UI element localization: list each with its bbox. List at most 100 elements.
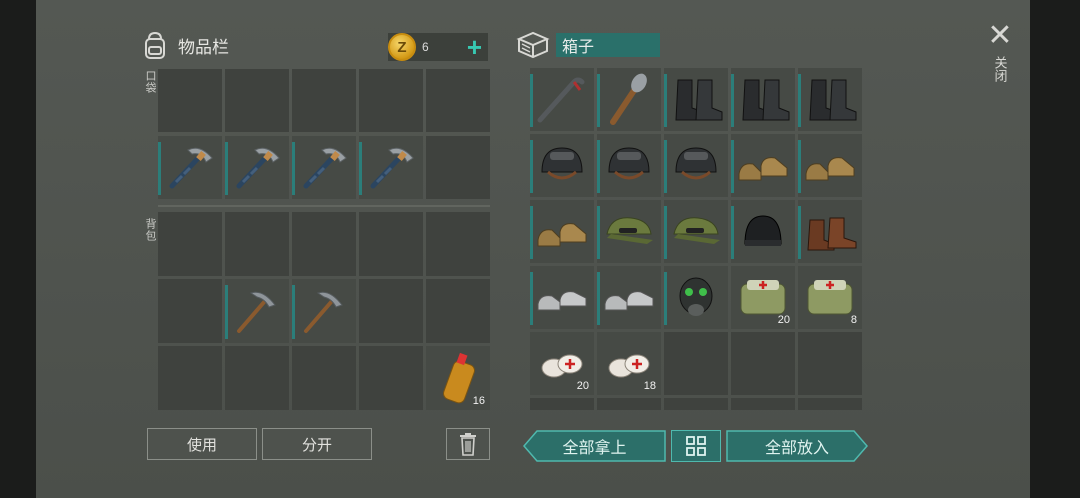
backpack-label: 背包: [144, 218, 156, 242]
empty-slot[interactable]: [426, 69, 490, 132]
item-quantity: 20: [576, 380, 589, 392]
box-header: 箱子: [516, 30, 660, 60]
sort-button[interactable]: [671, 430, 721, 462]
bandage-slot[interactable]: 18: [597, 332, 661, 395]
crude-pickaxe-slot[interactable]: [292, 279, 356, 343]
close-button[interactable]: ✕ 关闭: [985, 19, 1015, 102]
pickaxe-slot[interactable]: [359, 136, 423, 199]
military-helmet-slot[interactable]: [530, 134, 594, 197]
tan-shoes-slot[interactable]: [798, 134, 862, 197]
military-helmet-slot[interactable]: [664, 134, 728, 197]
pickaxe-icon: [169, 147, 213, 189]
box-title: 箱子: [556, 33, 660, 57]
empty-slot[interactable]: [426, 279, 490, 343]
gas-mask-slot[interactable]: [664, 266, 728, 329]
sneakers-slot[interactable]: [597, 266, 661, 329]
combat-boots-slot[interactable]: [664, 68, 728, 131]
box-grid: 20 8 20 18: [530, 68, 862, 395]
combat-boots-icon: [742, 79, 790, 121]
empty-slot[interactable]: [158, 212, 222, 276]
beanie-slot[interactable]: [731, 200, 795, 263]
combat-boots-slot[interactable]: [798, 68, 862, 131]
empty-slot[interactable]: [158, 279, 222, 343]
empty-slot[interactable]: [359, 346, 423, 410]
empty-slot[interactable]: [225, 212, 289, 276]
empty-slot[interactable]: [359, 69, 423, 132]
pocket-label: 口袋: [144, 70, 156, 94]
spiked-club-icon: [610, 73, 647, 125]
split-button[interactable]: 分开: [262, 428, 372, 460]
put-all-label: 全部放入: [764, 440, 829, 457]
pickaxe-slot[interactable]: [158, 136, 222, 199]
close-icon: ✕: [987, 19, 1013, 52]
tan-shoes-icon: [805, 157, 855, 181]
right-letterbox: [1030, 0, 1080, 498]
bandage-slot[interactable]: 20: [530, 332, 594, 395]
empty-slot[interactable]: [426, 212, 490, 276]
grid-sort-icon: [686, 436, 706, 456]
tan-shoes-icon: [537, 223, 587, 247]
item-quantity: 18: [643, 380, 656, 392]
item-quantity: 20: [777, 314, 790, 326]
empty-slot[interactable]: [359, 279, 423, 343]
brown-boots-slot[interactable]: [798, 200, 862, 263]
combat-boots-icon: [675, 79, 723, 121]
sneakers-icon: [537, 291, 587, 311]
crude-pickaxe-icon: [237, 291, 276, 333]
tan-shoes-slot[interactable]: [731, 134, 795, 197]
empty-slot[interactable]: [359, 212, 423, 276]
item-quantity: 8: [850, 314, 857, 326]
tan-shoes-icon: [738, 157, 788, 181]
crowbar-slot[interactable]: [530, 68, 594, 131]
empty-slot[interactable]: [798, 332, 862, 395]
pickaxe-icon: [236, 147, 280, 189]
empty-slot[interactable]: [292, 212, 356, 276]
first-aid-bag-slot[interactable]: 8: [798, 266, 862, 329]
empty-slot[interactable]: [225, 69, 289, 132]
beanie-icon: [744, 215, 782, 246]
put-all-button[interactable]: 全部放入: [726, 430, 868, 462]
empty-slot[interactable]: [664, 332, 728, 395]
empty-slot[interactable]: [158, 69, 222, 132]
combat-boots-slot[interactable]: [731, 68, 795, 131]
military-helmet-slot[interactable]: [597, 134, 661, 197]
backpack-grid: 16: [158, 212, 490, 410]
camo-cap-icon: [606, 217, 653, 244]
close-label: 关闭: [992, 56, 1008, 82]
gas-mask-icon: [679, 277, 713, 316]
coin-count: 6: [422, 40, 429, 54]
sneakers-slot[interactable]: [530, 266, 594, 329]
camo-cap-icon: [673, 217, 720, 244]
trash-button[interactable]: [446, 428, 490, 460]
tan-shoes-slot[interactable]: [530, 200, 594, 263]
pickaxe-slot[interactable]: [225, 136, 289, 199]
add-coins-button[interactable]: +: [467, 34, 482, 60]
first-aid-bag-slot[interactable]: 20: [731, 266, 795, 329]
take-all-label: 全部拿上: [562, 440, 627, 457]
empty-slot[interactable]: [731, 332, 795, 395]
backpack-icon: [145, 31, 165, 59]
empty-slot[interactable]: [158, 346, 222, 410]
pocket-grid: [158, 69, 490, 199]
section-divider: [158, 205, 490, 207]
military-helmet-icon: [608, 147, 650, 180]
pickaxe-slot[interactable]: [292, 136, 356, 199]
inventory-title: 物品栏: [178, 37, 229, 57]
storage-box-icon: [516, 31, 550, 59]
use-button[interactable]: 使用: [147, 428, 257, 460]
combat-boots-icon: [809, 79, 857, 121]
spiked-club-slot[interactable]: [597, 68, 661, 131]
crude-pickaxe-slot[interactable]: [225, 279, 289, 343]
take-all-button[interactable]: 全部拿上: [523, 430, 666, 462]
camo-cap-slot[interactable]: [597, 200, 661, 263]
military-helmet-icon: [541, 147, 583, 180]
empty-slot[interactable]: [426, 136, 490, 199]
empty-slot[interactable]: [225, 346, 289, 410]
empty-slot[interactable]: [292, 69, 356, 132]
water-bottle-slot[interactable]: 16: [426, 346, 490, 410]
inventory-header: 物品栏: [140, 30, 229, 60]
empty-slot[interactable]: [292, 346, 356, 410]
coin-counter: Z 6 +: [388, 33, 488, 61]
camo-cap-slot[interactable]: [664, 200, 728, 263]
item-quantity: 16: [472, 395, 485, 407]
